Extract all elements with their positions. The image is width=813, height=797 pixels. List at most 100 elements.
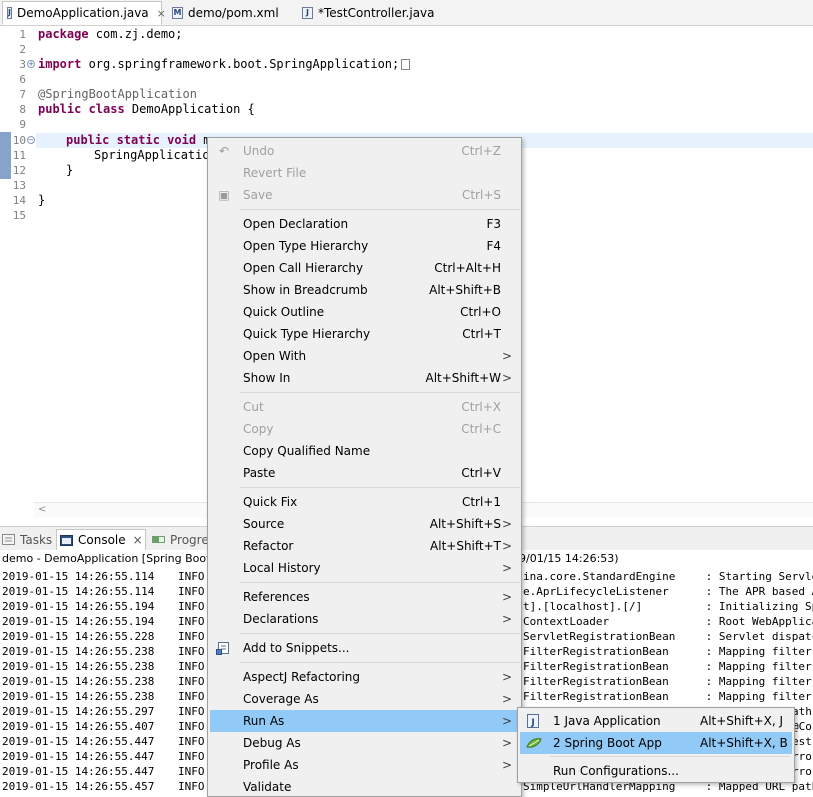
submenu-arrow-icon: > [501,612,512,626]
submenu-arrow-icon: > [501,714,512,728]
line-number: 10 [12,134,26,147]
menu-item-coverage-as[interactable]: Coverage As > [210,688,519,710]
line-number: 2 [19,43,26,56]
menu-item-cut[interactable]: Cut Ctrl+X [210,396,519,418]
menu-item-local-history[interactable]: Local History > [210,557,519,579]
undo-icon: ↶ [218,144,230,158]
tab-pom-xml[interactable]: M demo/pom.xml [170,1,295,25]
expand-fold-icon[interactable]: + [27,60,35,68]
code-line: @SpringBootApplication [38,87,197,101]
menu-separator [240,582,520,583]
code-line: public static void m [66,133,211,147]
menu-item-debug-as[interactable]: Debug As > [210,732,519,754]
submenu-arrow-icon: > [501,736,512,750]
line-number: 13 [12,179,26,192]
submenu-arrow-icon: > [501,539,512,553]
tab-console[interactable]: Console × [56,529,146,550]
code-line: import org.springframework.boot.SpringAp… [38,57,411,72]
tab-tasks[interactable]: Tasks [2,529,54,550]
menu-item-references[interactable]: References > [210,586,519,608]
java-file-icon: J [7,7,12,19]
submenu-arrow-icon: > [501,590,512,604]
submenu-arrow-icon: > [501,517,512,531]
menu-item-copy[interactable]: Copy Ctrl+C [210,418,519,440]
menu-item-open-declaration[interactable]: Open Declaration F3 [210,213,519,235]
menu-item-copy-qualified-name[interactable]: Copy Qualified Name [210,440,519,462]
code-line: } [38,193,46,207]
save-icon: ▣ [218,188,230,202]
code-line: } [66,163,74,177]
java-application-icon: J [527,714,539,728]
menu-item-quick-outline[interactable]: Quick Outline Ctrl+O [210,301,519,323]
menu-separator [240,209,520,210]
tab-demoapplication-java[interactable]: J DemoApplication.java × [2,1,166,25]
menu-item-open-with[interactable]: Open With > [210,345,519,367]
menu-separator [240,487,520,488]
code-line: package com.zj.demo; [38,27,183,41]
menu-item-declarations[interactable]: Declarations > [210,608,519,630]
menu-item-run-as[interactable]: Run As > [210,710,519,732]
tasks-icon [2,534,15,545]
java-file-icon: J [302,7,313,19]
tab-label: Progre [170,532,209,547]
tab-label: Console [78,533,126,547]
submenu-arrow-icon: > [501,349,512,363]
code-line: public class DemoApplication { [38,102,255,116]
menu-item-save[interactable]: ▣ Save Ctrl+S [210,184,519,206]
scroll-left-icon[interactable]: < [38,504,46,515]
editor-context-menu: ↶ Undo Ctrl+Z Revert File ▣ Save Ctrl+S Op… [207,137,522,797]
collapsed-imports-icon[interactable] [401,59,411,70]
submenu-arrow-icon: > [501,561,512,575]
line-number: 7 [19,88,26,101]
menu-item-show-in[interactable]: Show In Alt+Shift+W > [210,367,519,389]
close-icon[interactable]: × [157,7,166,20]
menu-item-show-in-breadcrumb[interactable]: Show in Breadcrumb Alt+Shift+B [210,279,519,301]
progress-icon [152,536,165,543]
menu-item-revert-file[interactable]: Revert File [210,162,519,184]
tab-label: *TestController.java [318,6,435,20]
menu-item-refactor[interactable]: Refactor Alt+Shift+T > [210,535,519,557]
submenu-arrow-icon: > [501,758,512,772]
line-number: 14 [12,194,26,207]
menu-item-validate[interactable]: Validate [210,776,519,797]
menu-item-source[interactable]: Source Alt+Shift+S > [210,513,519,535]
menu-separator [240,662,520,663]
line-number: 3 [19,58,26,71]
submenu-arrow-icon: > [501,692,512,706]
code-line: SpringApplicatio [94,148,210,162]
tab-label: Tasks [20,532,53,547]
collapse-fold-icon[interactable]: − [27,136,35,144]
menu-item-add-to-snippets[interactable]: Add to Snippets... [210,637,519,659]
submenu-item-run-configurations[interactable]: Run Configurations... [520,760,792,782]
close-icon[interactable]: × [133,533,143,547]
line-number: 1 [19,28,26,41]
line-number: 6 [19,73,26,86]
run-as-submenu: J 1 Java Application Alt+Shift+X, J 2 Spr… [517,707,795,783]
submenu-arrow-icon: > [501,670,512,684]
console-icon [60,534,73,546]
menu-separator [550,756,790,757]
tab-label: DemoApplication.java [16,6,149,20]
tab-testcontroller-java[interactable]: J *TestController.java [300,1,450,25]
line-number: 15 [12,209,26,222]
tab-progress[interactable]: Progre [152,529,210,550]
menu-item-undo[interactable]: ↶ Undo Ctrl+Z [210,140,519,162]
menu-item-open-type-hierarchy[interactable]: Open Type Hierarchy F4 [210,235,519,257]
line-number: 12 [12,164,26,177]
submenu-item-java-application[interactable]: J 1 Java Application Alt+Shift+X, J [520,710,792,732]
svg-text:J: J [530,718,534,728]
spring-boot-icon [526,738,542,748]
menu-separator [240,392,520,393]
menu-item-quick-type-hierarchy[interactable]: Quick Type Hierarchy Ctrl+T [210,323,519,345]
tab-label: demo/pom.xml [188,6,279,20]
line-number: 11 [12,149,26,162]
menu-item-aspectj-refactoring[interactable]: AspectJ Refactoring > [210,666,519,688]
menu-item-open-call-hierarchy[interactable]: Open Call Hierarchy Ctrl+Alt+H [210,257,519,279]
menu-item-quick-fix[interactable]: Quick Fix Ctrl+1 [210,491,519,513]
menu-item-profile-as[interactable]: Profile As > [210,754,519,776]
menu-separator [240,633,520,634]
maven-file-icon: M [172,7,183,19]
submenu-item-spring-boot-app[interactable]: 2 Spring Boot App Alt+Shift+X, B [520,732,792,754]
menu-item-paste[interactable]: Paste Ctrl+V [210,462,519,484]
line-number: 9 [19,118,26,131]
